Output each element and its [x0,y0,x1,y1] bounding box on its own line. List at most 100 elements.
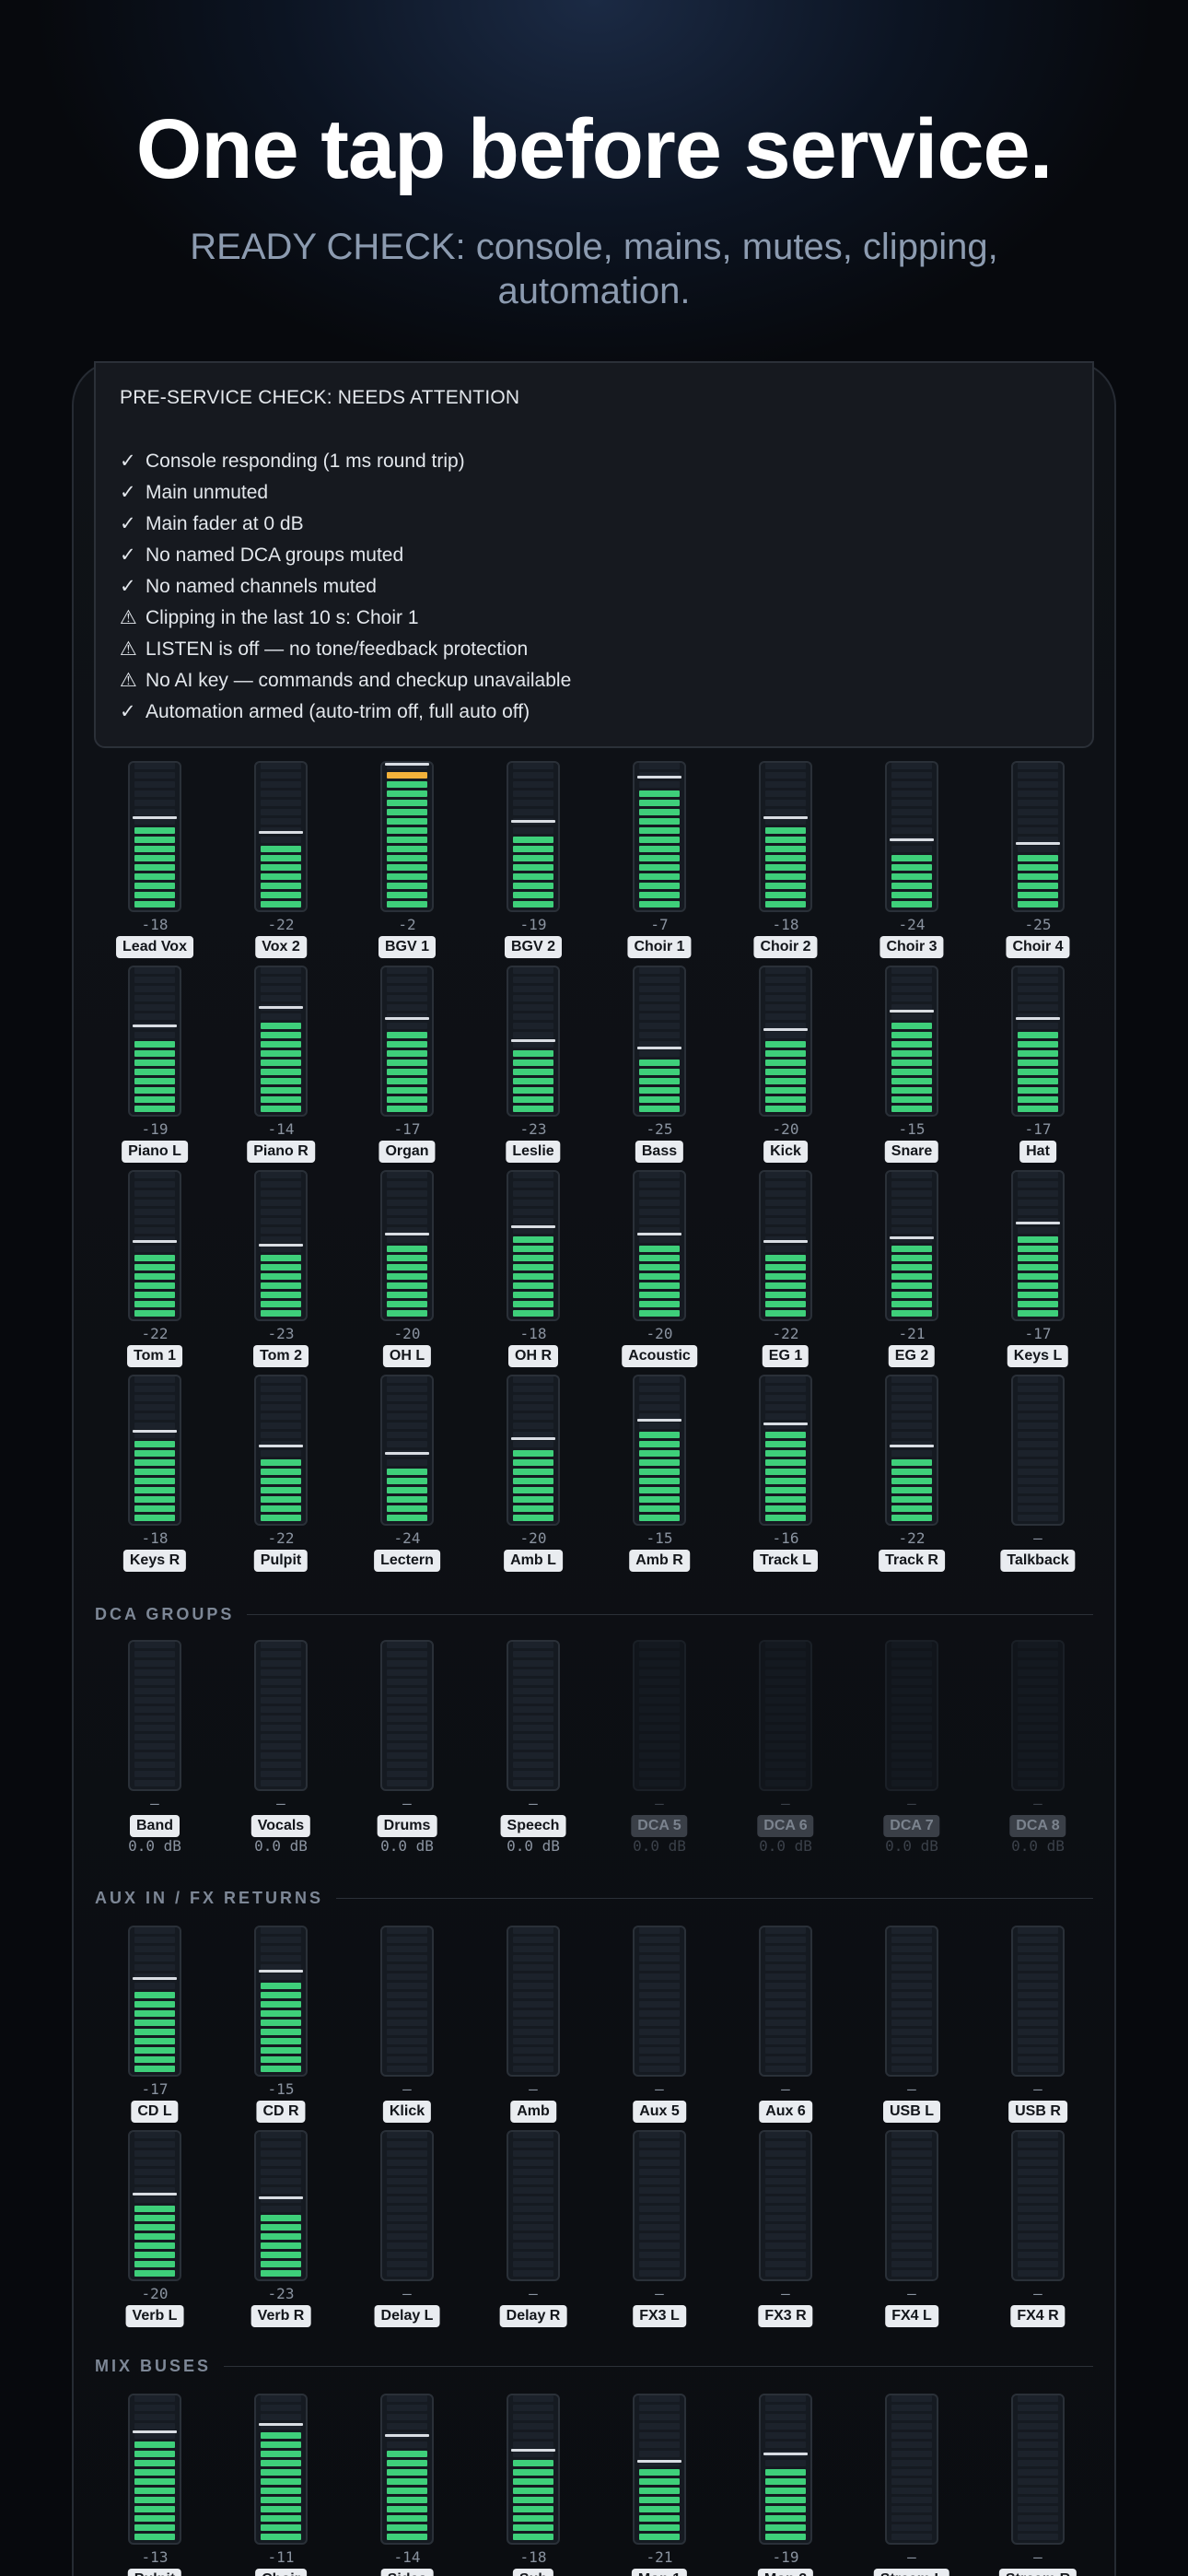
strip-name-label[interactable]: Bass [635,1141,684,1163]
strip-name-label[interactable]: Track L [752,1550,819,1572]
channel-strip[interactable]: -17 Hat [978,966,1103,1170]
strip-name-label[interactable]: Stream R [998,2569,1077,2576]
aux-strip[interactable]: – Amb [473,1926,599,2130]
channel-strip[interactable]: -20 Kick [726,966,851,1170]
strip-name-label[interactable]: Vocals [250,1815,311,1837]
channel-strip[interactable]: -24 Lectern [347,1375,472,1579]
strip-name-label[interactable]: Piano L [122,1141,188,1163]
strip-name-label[interactable]: Choir 4 [1006,936,1070,958]
strip-name-label[interactable]: Klick [382,2101,432,2123]
dca-strip[interactable]: – DCA 5 0.0 dB [600,1640,725,1855]
strip-name-label[interactable]: DCA 7 [883,1815,940,1837]
strip-name-label[interactable]: Choir 3 [879,936,944,958]
bus-strip[interactable]: – Stream L [852,2394,977,2576]
channel-strip[interactable]: -15 Amb R [600,1375,725,1579]
aux-strip[interactable]: – FX4 R [978,2130,1103,2335]
strip-name-label[interactable]: Talkback [1000,1550,1076,1572]
strip-name-label[interactable]: BGV 2 [504,936,563,958]
strip-name-label[interactable]: DCA 8 [1009,1815,1066,1837]
strip-name-label[interactable]: Mon 2 [757,2569,814,2576]
strip-name-label[interactable]: FX4 R [1010,2305,1066,2327]
strip-name-label[interactable]: Organ [379,1141,436,1163]
channel-strip[interactable]: -16 Track L [726,1375,851,1579]
aux-strip[interactable]: – Delay R [473,2130,599,2335]
dca-strip[interactable]: – DCA 7 0.0 dB [852,1640,977,1855]
strip-name-label[interactable]: Track R [879,1550,945,1572]
aux-strip[interactable]: – USB R [978,1926,1103,2130]
aux-strip[interactable]: -17 CD L [95,1926,220,2130]
strip-name-label[interactable]: Band [130,1815,180,1837]
channel-strip[interactable]: -17 Keys L [978,1170,1103,1375]
channel-strip[interactable]: -19 BGV 2 [473,761,599,966]
strip-name-label[interactable]: Choir 2 [753,936,818,958]
channel-strip[interactable]: -24 Choir 3 [852,761,977,966]
strip-name-label[interactable]: Sides [380,2569,434,2576]
strip-name-label[interactable]: Delay R [499,2305,567,2327]
strip-name-label[interactable]: BGV 1 [378,936,437,958]
aux-strip[interactable]: -20 Verb L [95,2130,220,2335]
strip-name-label[interactable]: EG 2 [888,1345,936,1367]
channel-strip[interactable]: -2 BGV 1 [347,761,472,966]
dca-strip[interactable]: – DCA 8 0.0 dB [978,1640,1103,1855]
channel-strip[interactable]: -22 EG 1 [726,1170,851,1375]
strip-name-label[interactable]: Speech [500,1815,566,1837]
strip-name-label[interactable]: Piano R [247,1141,315,1163]
channel-strip[interactable]: -17 Organ [347,966,472,1170]
strip-name-label[interactable]: Tom 1 [127,1345,182,1367]
channel-strip[interactable]: -7 Choir 1 [600,761,725,966]
strip-name-label[interactable]: Leslie [506,1141,561,1163]
strip-name-label[interactable]: Snare [884,1141,939,1163]
strip-name-label[interactable]: Amb R [629,1550,690,1572]
strip-name-label[interactable]: Kick [763,1141,808,1163]
channel-strip[interactable]: -19 Piano L [95,966,220,1170]
strip-name-label[interactable]: Pulpit [253,1550,309,1572]
strip-name-label[interactable]: Pulpit [127,2569,182,2576]
strip-name-label[interactable]: FX3 L [633,2305,686,2327]
channel-strip[interactable]: -25 Choir 4 [978,761,1103,966]
channel-strip[interactable]: -18 Lead Vox [95,761,220,966]
strip-name-label[interactable]: Verb L [125,2305,184,2327]
channel-strip[interactable]: -20 Acoustic [600,1170,725,1375]
aux-strip[interactable]: -23 Verb R [221,2130,346,2335]
strip-name-label[interactable]: USB R [1008,2101,1067,2123]
channel-strip[interactable]: -21 EG 2 [852,1170,977,1375]
channel-strip[interactable]: -18 Keys R [95,1375,220,1579]
strip-name-label[interactable]: Amb L [504,1550,563,1572]
channel-strip[interactable]: -18 OH R [473,1170,599,1375]
strip-name-label[interactable]: Sub [512,2569,554,2576]
channel-strip[interactable]: -25 Bass [600,966,725,1170]
strip-name-label[interactable]: USB L [883,2101,940,2123]
strip-name-label[interactable]: DCA 6 [757,1815,814,1837]
channel-strip[interactable]: -23 Tom 2 [221,1170,346,1375]
strip-name-label[interactable]: Keys L [1007,1345,1069,1367]
strip-name-label[interactable]: Choir 1 [627,936,692,958]
strip-name-label[interactable]: CD L [131,2101,179,2123]
strip-name-label[interactable]: Drums [377,1815,437,1837]
bus-strip[interactable]: – Stream R [978,2394,1103,2576]
channel-strip[interactable]: -18 Choir 2 [726,761,851,966]
channel-strip[interactable]: – Talkback [978,1375,1103,1579]
strip-name-label[interactable]: Aux 6 [759,2101,812,2123]
aux-strip[interactable]: – FX3 R [726,2130,851,2335]
dca-strip[interactable]: – Speech 0.0 dB [473,1640,599,1855]
strip-name-label[interactable]: Verb R [250,2305,311,2327]
strip-name-label[interactable]: Lectern [374,1550,440,1572]
strip-name-label[interactable]: OH R [508,1345,558,1367]
aux-strip[interactable]: – FX3 L [600,2130,725,2335]
aux-strip[interactable]: – USB L [852,1926,977,2130]
strip-name-label[interactable]: Stream L [873,2569,950,2576]
strip-name-label[interactable]: Delay L [374,2305,440,2327]
dca-strip[interactable]: – Vocals 0.0 dB [221,1640,346,1855]
strip-name-label[interactable]: FX3 R [758,2305,813,2327]
strip-name-label[interactable]: Vox 2 [255,936,307,958]
strip-name-label[interactable]: OH L [382,1345,432,1367]
dca-strip[interactable]: – Drums 0.0 dB [347,1640,472,1855]
bus-strip[interactable]: -19 Mon 2 [726,2394,851,2576]
strip-name-label[interactable]: Aux 5 [633,2101,686,2123]
bus-strip[interactable]: -18 Sub [473,2394,599,2576]
bus-strip[interactable]: -13 Pulpit [95,2394,220,2576]
aux-strip[interactable]: – Klick [347,1926,472,2130]
strip-name-label[interactable]: Choir [255,2569,307,2576]
dca-strip[interactable]: – Band 0.0 dB [95,1640,220,1855]
strip-name-label[interactable]: Keys R [122,1550,187,1572]
